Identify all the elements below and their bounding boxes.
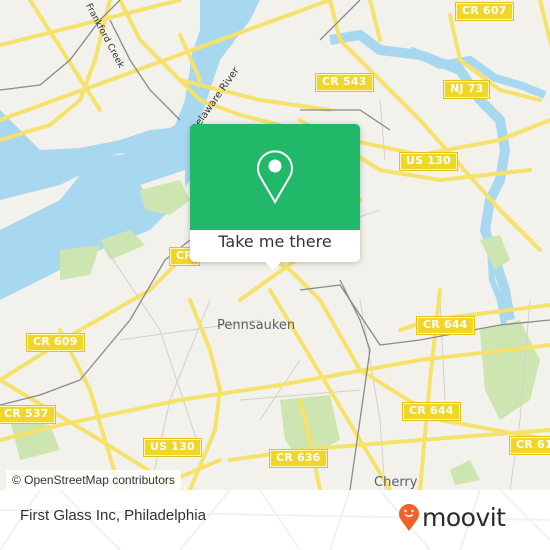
moovit-wordmark: moovit — [422, 502, 506, 532]
place-label-cherry: Cherry — [374, 475, 418, 490]
route-shield-nj73: NJ 73 — [442, 80, 491, 99]
place-name: First Glass Inc, Philadelphia — [20, 507, 206, 524]
route-shield-cr543: CR 543 — [315, 73, 374, 92]
route-shield-cr616: CR 616 — [509, 436, 550, 455]
take-me-there-label[interactable]: Take me there — [190, 232, 360, 251]
moovit-pin-icon — [399, 504, 419, 531]
route-shield-cr537: CR 537 — [0, 405, 56, 424]
map-pin-icon — [257, 150, 293, 204]
take-me-there-popup[interactable]: Take me there — [190, 124, 360, 270]
route-shield-cr644: CR 644 — [416, 316, 475, 335]
popup-pointer — [264, 261, 282, 270]
route-shield-cr607: CR 607 — [455, 2, 514, 21]
osm-attribution[interactable]: © OpenStreetMap contributors — [6, 470, 181, 490]
route-shield-cr609: CR 609 — [26, 333, 85, 352]
map-view[interactable]: CR 607 CR 543 NJ 73 US 130 CR CR 609 CR … — [0, 0, 550, 490]
route-shield-us130: US 130 — [399, 152, 458, 171]
moovit-logo[interactable]: moovit — [398, 500, 506, 534]
footer-bar: First Glass Inc, Philadelphia moovit — [0, 490, 550, 550]
route-shield-cr644: CR 644 — [402, 402, 461, 421]
route-shield-us130: US 130 — [143, 438, 202, 457]
route-shield-cr636: CR 636 — [269, 449, 328, 468]
place-label-pennsauken: Pennsauken — [217, 318, 296, 333]
